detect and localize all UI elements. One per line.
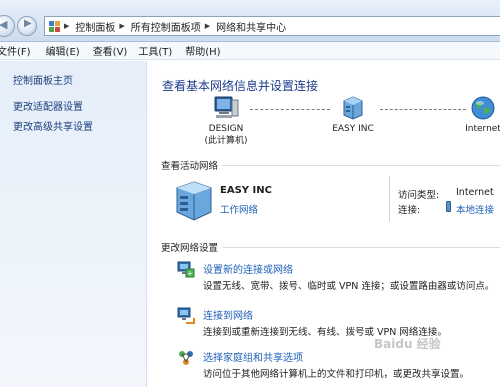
network-icon — [343, 96, 363, 120]
breadcrumb-separator-icon: ▶ — [204, 22, 211, 30]
homegroup-sharing-desc: 访问位于其他网络计算机上的文件和打印机，或更改共享设置。 — [203, 369, 470, 380]
back-arrow-icon: ◀ — [0, 18, 8, 31]
connection-icon — [446, 201, 451, 212]
address-bar-area: ◀ ▶ ▶ 控制面板 ▶ 所有控制面板项 ▶ 网络和共享中心 — [0, 0, 500, 42]
breadcrumb-network-center[interactable]: 网络和共享中心 — [216, 19, 286, 34]
active-networks-heading: 查看活动网络 — [161, 161, 219, 172]
connect-to-network-link[interactable]: 连接到网络 — [203, 307, 253, 322]
address-field[interactable]: ▶ 控制面板 ▶ 所有控制面板项 ▶ 网络和共享中心 — [44, 16, 500, 36]
page-title: 查看基本网络信息并设置连接 — [162, 79, 319, 93]
divider — [222, 165, 500, 166]
globe-icon — [471, 96, 495, 120]
network-map-computer[interactable]: DESIGN (此计算机) — [203, 96, 249, 147]
connect-network-icon — [177, 307, 195, 324]
network-map-internet[interactable]: Internet — [460, 96, 500, 135]
connection-label: 连接: — [398, 205, 421, 216]
homegroup-sharing-link[interactable]: 选择家庭组和共享选项 — [203, 349, 303, 364]
computer-name: DESIGN — [208, 124, 244, 134]
computer-icon — [214, 96, 239, 118]
menu-edit[interactable]: 编辑(E) — [46, 43, 87, 58]
setup-new-connection-link[interactable]: 设置新的连接或网络 — [203, 261, 293, 276]
breadcrumb-control-panel[interactable]: 控制面板 — [75, 19, 115, 34]
left-navigation-pane: 控制面板主页 更改适配器设置 更改高级共享设置 — [0, 61, 147, 387]
access-type-label: 访问类型: — [398, 190, 440, 201]
access-type-value: Internet — [456, 187, 494, 198]
change-advanced-sharing-link[interactable]: 更改高级共享设置 — [13, 118, 93, 133]
network-type-link[interactable]: 工作网络 — [220, 202, 258, 216]
main-content: 查看基本网络信息并设置连接 DESIGN (此计算机) EASY INC Int… — [148, 61, 500, 387]
menu-view[interactable]: 查看(V) — [93, 43, 135, 58]
network-name: EASY INC — [332, 124, 374, 134]
control-panel-icon — [49, 20, 60, 32]
breadcrumb-separator-icon: ▶ — [64, 22, 70, 30]
change-adapter-settings-link[interactable]: 更改适配器设置 — [13, 98, 83, 113]
change-settings-heading: 更改网络设置 — [161, 243, 219, 254]
watermark: Baidu 经验 — [374, 337, 441, 351]
active-network-name: EASY INC — [220, 185, 272, 196]
divider — [389, 176, 390, 222]
homegroup-icon — [179, 351, 193, 365]
breadcrumb-separator-icon: ▶ — [119, 22, 125, 30]
map-link-line — [250, 109, 330, 110]
network-map-network[interactable]: EASY INC — [328, 96, 378, 135]
setup-new-connection-desc: 设置无线、宽带、拨号、临时或 VPN 连接；或设置路由器或访问点。 — [203, 281, 495, 292]
map-link-line — [380, 109, 466, 110]
network-icon — [176, 181, 212, 221]
menu-tools[interactable]: 工具(T) — [138, 43, 179, 58]
new-connection-icon: + — [177, 261, 195, 278]
internet-label: Internet — [465, 124, 500, 134]
menu-bar: 文件(F) 编辑(E) 查看(V) 工具(T) 帮助(H) — [0, 42, 500, 60]
breadcrumb-all-items[interactable]: 所有控制面板项 — [131, 19, 201, 34]
control-panel-home-link[interactable]: 控制面板主页 — [13, 72, 73, 87]
computer-subtitle: (此计算机) — [204, 136, 248, 146]
forward-button[interactable]: ▶ — [17, 16, 37, 36]
divider — [222, 247, 500, 248]
svg-text:+: + — [187, 269, 194, 278]
local-connection-link[interactable]: 本地连接 — [456, 202, 494, 216]
menu-file[interactable]: 文件(F) — [0, 43, 38, 58]
menu-help[interactable]: 帮助(H) — [185, 43, 227, 58]
forward-arrow-icon: ▶ — [24, 18, 32, 29]
back-button[interactable]: ◀ — [0, 15, 15, 37]
